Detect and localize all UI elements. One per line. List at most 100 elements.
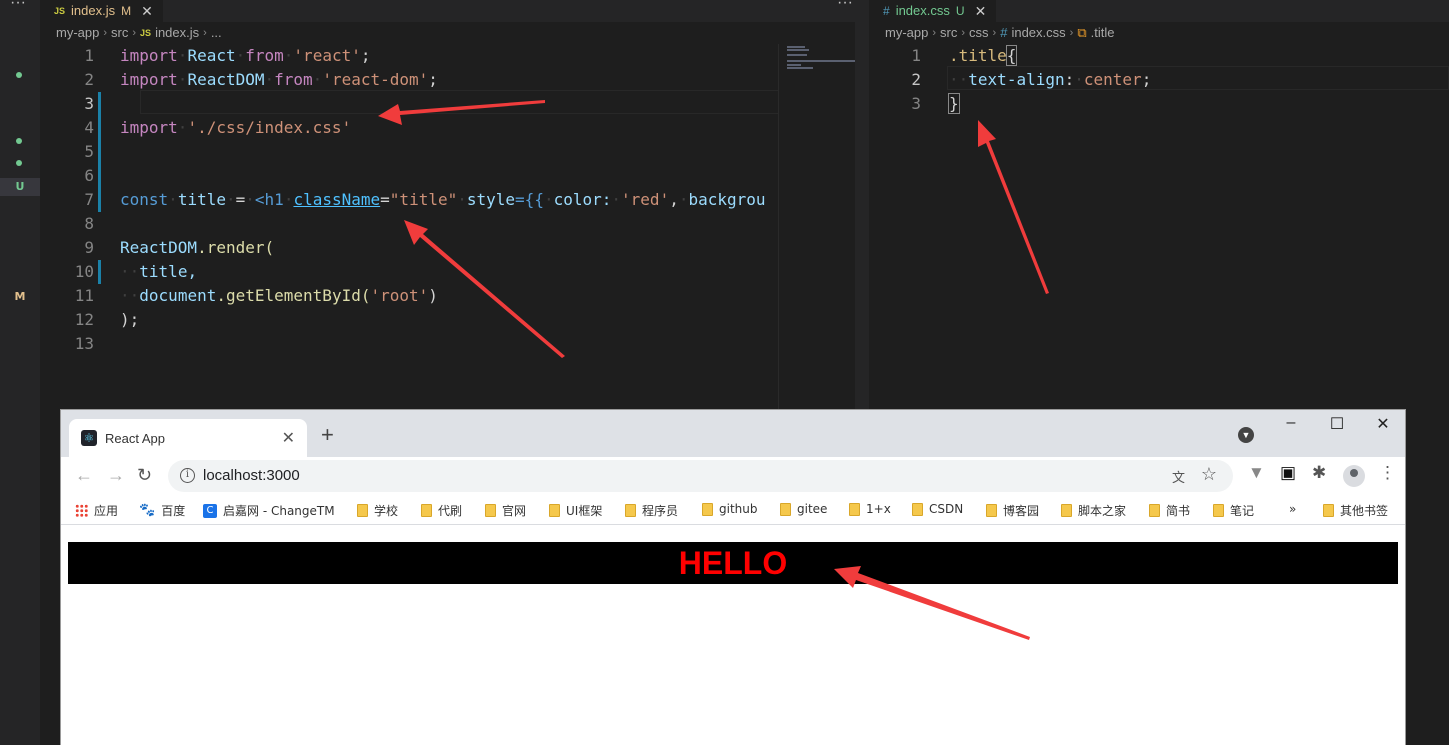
breadcrumb-item[interactable]: ... (211, 22, 222, 44)
breadcrumb-item[interactable]: src (111, 22, 128, 44)
bookmark-folder[interactable]: 官网 (485, 502, 526, 519)
bookmark-folder[interactable]: 学校 (357, 502, 398, 519)
bookmark-folder[interactable]: 笔记 (1213, 502, 1254, 519)
close-window-icon[interactable]: ✕ (1360, 414, 1406, 434)
activity-strip: ··· U M (0, 0, 40, 745)
bookmark-changetm[interactable]: C 启嘉网 - ChangeTM (203, 502, 335, 519)
page-viewport: HELLO (61, 526, 1405, 745)
untracked-badge: U (955, 4, 965, 18)
breadcrumb-item[interactable]: src (940, 22, 957, 44)
browser-toolbar: ← → ↻ i localhost:3000 文 ☆ ▼ ▣ ✱ ⋮ (61, 457, 1405, 495)
modified-badge: M (121, 4, 132, 18)
folder-icon (986, 504, 997, 517)
css-file-icon: # (1000, 25, 1008, 40)
line-number: 1 (84, 46, 94, 65)
git-gutter-added (98, 92, 101, 116)
git-gutter-added (98, 164, 101, 188)
git-status-dot (16, 72, 22, 78)
tab-search-icon[interactable]: ▼ (1238, 427, 1254, 443)
bookmark-folder[interactable]: 代刷 (421, 502, 462, 519)
extensions-icon[interactable]: ✱ (1312, 463, 1326, 483)
breadcrumb: my-app › src › JS index.js › ... (40, 22, 855, 44)
profile-avatar[interactable] (1343, 465, 1365, 487)
browser-tab[interactable]: ⚛ React App ✕ (69, 419, 307, 457)
breadcrumb-item[interactable]: my-app (885, 22, 928, 44)
breadcrumb-item[interactable]: my-app (56, 22, 99, 44)
line-number: 6 (84, 166, 94, 185)
git-modified-badge[interactable]: M (0, 290, 40, 303)
tab-index-js[interactable]: JS index.js M ✕ (40, 0, 163, 22)
folder-icon (357, 504, 368, 517)
baidu-paw-icon: 🐾 (139, 503, 156, 518)
line-number: 5 (84, 142, 94, 161)
line-number: 3 (911, 94, 921, 113)
more-icon[interactable]: ··· (10, 0, 26, 12)
tab-index-css[interactable]: # index.css U ✕ (869, 0, 997, 22)
code-editor-css[interactable]: 1 .title{ 2 ··text-align:·center; 3} (869, 44, 1151, 116)
info-icon[interactable]: i (180, 468, 195, 483)
menu-icon[interactable]: ⋮ (1379, 463, 1396, 483)
line-number: 1 (911, 46, 921, 65)
bookmark-folder[interactable]: 博客园 (986, 502, 1039, 519)
close-icon[interactable]: ✕ (975, 4, 987, 18)
address-bar[interactable]: i localhost:3000 文 ☆ (168, 460, 1233, 492)
new-tab-button[interactable]: + (321, 422, 334, 448)
other-bookmarks-folder[interactable]: 其他书签 (1323, 502, 1388, 519)
tab-label: index.css (895, 3, 950, 18)
line-number: 13 (74, 334, 94, 353)
bookmark-baidu[interactable]: 🐾 百度 (139, 502, 185, 519)
editor-pane-left: JS index.js M ✕ ··· my-app › src › JS inde… (40, 0, 862, 410)
qr-extension-icon[interactable]: ▣ (1280, 463, 1296, 483)
chevron-right-icon: › (132, 27, 137, 39)
url-text: localhost:3000 (203, 467, 300, 484)
bookmark-folder[interactable]: 程序员 (625, 502, 678, 519)
breadcrumb-item[interactable]: index.js (155, 22, 199, 44)
folder-icon (912, 502, 923, 516)
javascript-file-icon: JS (54, 6, 66, 16)
folder-icon (1213, 504, 1224, 517)
bookmark-folder[interactable]: CSDN (912, 502, 963, 516)
maximize-icon[interactable]: ☐ (1314, 414, 1360, 434)
breadcrumb-item[interactable]: .title (1091, 22, 1115, 44)
breadcrumb-item[interactable]: css (969, 22, 989, 44)
css-file-icon: # (883, 4, 890, 18)
code-editor-js[interactable]: 1 import·React·from·'react'; 2 import·Reac… (40, 44, 766, 356)
close-tab-icon[interactable]: ✕ (282, 428, 295, 448)
bookmark-folder[interactable]: 脚本之家 (1061, 502, 1126, 519)
bookmarks-overflow-button[interactable]: » (1289, 502, 1296, 516)
chevron-right-icon: › (961, 27, 966, 39)
minimize-icon[interactable]: – (1268, 414, 1314, 432)
folder-icon (1323, 504, 1334, 517)
minimap[interactable] (778, 44, 857, 410)
bookmark-apps[interactable]: 应用 (75, 502, 118, 519)
close-icon[interactable]: ✕ (141, 4, 153, 18)
browser-titlebar: ⚛ React App ✕ + ▼ – ☐ ✕ (61, 410, 1405, 457)
folder-icon (849, 502, 860, 516)
bookmark-folder[interactable]: UI框架 (549, 502, 602, 519)
breadcrumb: my-app › src › css › # index.css › ⧉ .title (869, 22, 1449, 44)
bookmark-star-icon[interactable]: ☆ (1201, 464, 1217, 485)
folder-icon (485, 504, 496, 517)
git-untracked-badge[interactable]: U (0, 178, 40, 196)
line-number: 4 (84, 118, 94, 137)
css-selector-icon: ⧉ (1077, 25, 1087, 40)
bookmark-folder[interactable]: github (702, 502, 757, 516)
breadcrumb-item[interactable]: index.css (1011, 22, 1065, 44)
react-logo-icon: ⚛ (81, 430, 97, 446)
line-number: 10 (74, 262, 94, 281)
split-divider[interactable] (855, 0, 869, 410)
bookmark-folder[interactable]: gitee (780, 502, 827, 516)
forward-icon[interactable]: → (107, 465, 125, 486)
reload-icon[interactable]: ↻ (137, 465, 152, 486)
tab-label: index.js (71, 3, 116, 18)
translate-icon[interactable]: 文 (1172, 467, 1185, 486)
back-icon[interactable]: ← (75, 465, 93, 486)
vue-devtools-icon[interactable]: ▼ (1248, 463, 1265, 483)
folder-icon (702, 502, 713, 516)
bookmark-folder[interactable]: 简书 (1149, 502, 1190, 519)
bookmark-folder[interactable]: 1+x (849, 502, 891, 516)
more-actions-icon[interactable]: ··· (837, 0, 853, 12)
git-gutter-added (98, 188, 101, 212)
line-number: 12 (74, 310, 94, 329)
chevron-right-icon: › (992, 27, 997, 39)
